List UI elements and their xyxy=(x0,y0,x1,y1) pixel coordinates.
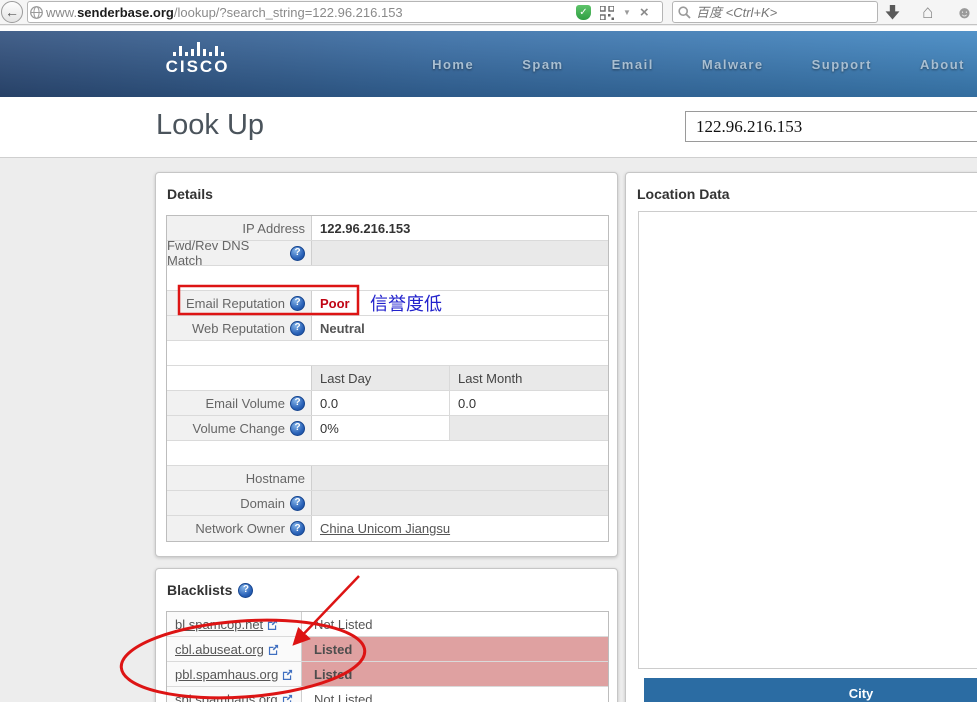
blacklist-link[interactable]: bl.spamcop.net xyxy=(175,617,263,632)
volume-change-month xyxy=(450,416,608,440)
site-header: CISCO Home Spam Email Malware Support Ab… xyxy=(0,31,977,97)
table-row-network-owner: Network Owner? China Unicom Jiangsu xyxy=(167,516,608,541)
ip-value: 122.96.216.153 xyxy=(312,216,608,240)
row-label: Network Owner xyxy=(195,521,285,536)
help-icon[interactable]: ? xyxy=(290,296,305,311)
row-label: Web Reputation xyxy=(192,321,285,336)
network-owner-link[interactable]: China Unicom Jiangsu xyxy=(320,521,450,536)
table-row-volume-change: Volume Change? 0% xyxy=(167,416,608,441)
cisco-logo[interactable]: CISCO xyxy=(155,42,240,75)
blacklist-row: cbl.abuseat.org Listed xyxy=(167,637,608,662)
help-icon[interactable]: ? xyxy=(238,583,253,598)
lookup-search-input[interactable] xyxy=(685,111,977,142)
blacklist-row: pbl.spamhaus.org Listed xyxy=(167,662,608,687)
details-title: Details xyxy=(156,173,617,202)
table-row-email-reputation: Email Reputation? Poor xyxy=(167,291,608,316)
spacer-row xyxy=(167,341,608,366)
help-icon[interactable]: ? xyxy=(290,496,305,511)
blacklist-link[interactable]: sbl.spamhaus.org xyxy=(175,692,278,702)
nav-about[interactable]: About xyxy=(920,57,965,72)
city-table-header: City xyxy=(644,678,977,702)
qr-code-icon[interactable] xyxy=(600,6,614,20)
nav-email[interactable]: Email xyxy=(612,57,654,72)
browser-toolbar: ← www.senderbase.org/lookup/?search_stri… xyxy=(0,0,977,25)
spacer-row xyxy=(167,441,608,466)
external-link-icon[interactable] xyxy=(282,694,293,702)
email-reputation-value: Poor xyxy=(312,291,608,315)
page: ← www.senderbase.org/lookup/?search_stri… xyxy=(0,0,977,702)
blacklist-row: bl.spamcop.net Not Listed xyxy=(167,612,608,637)
email-volume-month: 0.0 xyxy=(450,391,608,415)
details-table: IP Address 122.96.216.153 Fwd/Rev DNS Ma… xyxy=(166,215,609,542)
nav-home[interactable]: Home xyxy=(432,57,474,72)
search-icon xyxy=(678,6,691,19)
domain-value xyxy=(312,491,608,515)
blacklist-row: sbl.spamhaus.org Not Listed xyxy=(167,687,608,702)
browser-search-input[interactable] xyxy=(696,5,856,20)
table-row-email-volume: Email Volume? 0.0 0.0 xyxy=(167,391,608,416)
help-icon[interactable]: ? xyxy=(290,246,305,261)
help-icon[interactable]: ? xyxy=(290,521,305,536)
table-row-hostname: Hostname xyxy=(167,466,608,491)
blacklists-panel: Blacklists ? bl.spamcop.net Not Listed c… xyxy=(155,568,618,702)
dns-value xyxy=(312,241,608,265)
external-link-icon[interactable] xyxy=(282,669,293,680)
row-label: Volume Change xyxy=(192,421,285,436)
page-title: Look Up xyxy=(156,109,264,142)
blacklist-status: Not Listed xyxy=(302,612,608,636)
table-row-volume-header: Last Day Last Month xyxy=(167,366,608,391)
blacklist-status: Listed xyxy=(302,662,608,686)
location-title: Location Data xyxy=(626,173,977,202)
row-label: Hostname xyxy=(246,471,305,486)
hostname-value xyxy=(312,466,608,490)
home-icon[interactable]: ⌂ xyxy=(922,3,933,22)
help-icon[interactable]: ? xyxy=(290,421,305,436)
download-icon[interactable] xyxy=(885,5,900,20)
col-header-last-day: Last Day xyxy=(312,366,450,390)
blacklists-table: bl.spamcop.net Not Listed cbl.abuseat.or… xyxy=(166,611,609,702)
help-icon[interactable]: ? xyxy=(290,321,305,336)
cisco-logo-text: CISCO xyxy=(155,58,240,75)
row-label: Email Reputation xyxy=(186,296,285,311)
blacklist-status: Listed xyxy=(302,637,608,661)
web-reputation-value: Neutral xyxy=(312,316,608,340)
details-panel: Details IP Address 122.96.216.153 Fwd/Re… xyxy=(155,172,618,557)
cisco-bars-icon xyxy=(167,42,229,57)
table-row-web-reputation: Web Reputation? Neutral xyxy=(167,316,608,341)
row-label: Email Volume xyxy=(206,396,285,411)
email-volume-day: 0.0 xyxy=(312,391,450,415)
location-panel: Location Data City xyxy=(625,172,977,702)
blacklists-title: Blacklists xyxy=(167,582,232,598)
blacklist-link[interactable]: pbl.spamhaus.org xyxy=(175,667,278,682)
globe-icon xyxy=(30,6,43,19)
back-arrow-icon: ← xyxy=(5,4,19,20)
col-header-last-month: Last Month xyxy=(450,366,608,390)
row-label: IP Address xyxy=(242,221,305,236)
nav-malware[interactable]: Malware xyxy=(702,57,764,72)
help-icon[interactable]: ? xyxy=(290,396,305,411)
location-map-placeholder xyxy=(638,211,977,669)
content-area: Details IP Address 122.96.216.153 Fwd/Re… xyxy=(0,159,977,702)
external-link-icon[interactable] xyxy=(268,644,279,655)
main-nav: Home Spam Email Malware Support About xyxy=(432,31,965,97)
row-label: Fwd/Rev DNS Match xyxy=(167,238,285,268)
security-shield-icon[interactable]: ✓ xyxy=(576,5,591,20)
chevron-down-icon[interactable]: ▼ xyxy=(623,8,631,17)
row-label: Domain xyxy=(240,496,285,511)
back-button[interactable]: ← xyxy=(1,1,23,23)
table-row-domain: Domain? xyxy=(167,491,608,516)
nav-support[interactable]: Support xyxy=(812,57,872,72)
blacklist-status: Not Listed xyxy=(302,687,608,702)
feedback-smiley-icon[interactable]: ☻ xyxy=(955,4,973,21)
lookup-band: Look Up xyxy=(0,97,977,158)
close-icon[interactable]: × xyxy=(640,5,649,20)
volume-change-day: 0% xyxy=(312,416,450,440)
spacer-row xyxy=(167,266,608,291)
url-text[interactable]: www.senderbase.org/lookup/?search_string… xyxy=(46,5,403,20)
table-row-dns-match: Fwd/Rev DNS Match? xyxy=(167,241,608,266)
blacklist-link[interactable]: cbl.abuseat.org xyxy=(175,642,264,657)
browser-search-box[interactable] xyxy=(672,1,878,23)
external-link-icon[interactable] xyxy=(267,619,278,630)
nav-spam[interactable]: Spam xyxy=(522,57,563,72)
